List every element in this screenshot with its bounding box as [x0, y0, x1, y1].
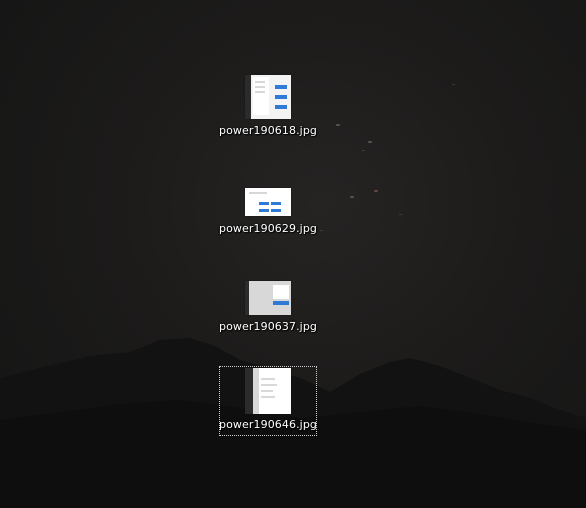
icon-label: power190618.jpg	[219, 124, 318, 137]
icon-label: power190646.jpg	[219, 418, 318, 431]
desktop-icon-image-file[interactable]: power190629.jpg	[219, 170, 317, 240]
desktop-icon-image-file[interactable]: power190637.jpg	[219, 268, 317, 338]
image-file-icon	[245, 74, 291, 120]
icon-label: power190637.jpg	[219, 320, 318, 333]
desktop-background[interactable]: power190618.jpg power190629.jpg power190…	[0, 0, 586, 508]
icon-label: power190629.jpg	[219, 222, 318, 235]
image-file-icon	[245, 172, 291, 218]
image-file-icon	[245, 368, 291, 414]
image-file-icon	[245, 270, 291, 316]
desktop-icon-image-file-selected[interactable]: power190646.jpg	[219, 366, 317, 436]
desktop-icon-image-file[interactable]: power190618.jpg	[219, 72, 317, 142]
